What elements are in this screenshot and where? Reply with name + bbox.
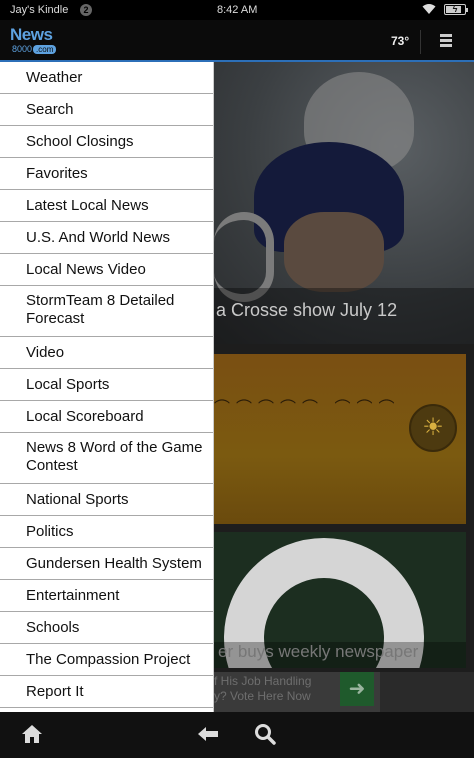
drawer-item-label: School Closings (26, 133, 134, 150)
packers-caption: er buys weekly newspaper (214, 642, 466, 668)
drawer-item-label: National Sports (26, 491, 129, 508)
home-icon[interactable] (20, 722, 44, 746)
drawer-item-report-it[interactable]: Report It (0, 676, 213, 708)
device-name: Jay's Kindle (10, 4, 69, 16)
drawer-item-label: Search (26, 101, 74, 118)
logo-main: News (10, 25, 53, 44)
drawer-item-label: Politics (26, 523, 74, 540)
logo-dot: .com (33, 45, 57, 54)
drawer-item-label: StormTeam 8 Detailed Forecast (26, 292, 175, 327)
menu-icon[interactable] (436, 32, 456, 50)
drawer-item-label: Local News Video (26, 261, 146, 278)
drawer-item-favorites[interactable]: Favorites (0, 158, 213, 190)
packers-story[interactable]: er buys weekly newspaper (214, 532, 466, 668)
drawer-item-label: Weather (26, 69, 83, 86)
drawer-item-local-news-video[interactable]: Local News Video (0, 254, 213, 286)
drawer-item-label: Latest Local News (26, 197, 149, 214)
drawer-item-label: The Compassion Project (26, 651, 191, 668)
birds-image: ⌒⌒⌒⌒⌒ ⌒⌒⌒ (214, 400, 401, 417)
app-header: News 8000 .com 73° (0, 20, 474, 62)
drawer-item-the-compassion-project[interactable]: The Compassion Project (0, 644, 213, 676)
hero-caption: a Crosse show July 12 (214, 288, 474, 344)
logo-sub-number: 8000 (12, 44, 33, 54)
drawer-item-label: Schools (26, 619, 80, 636)
system-nav-bar (0, 712, 474, 758)
drawer-item-gundersen-health-system[interactable]: Gundersen Health System (0, 548, 213, 580)
drawer-item-label: Local Sports (26, 376, 110, 393)
drawer-item-label: Entertainment (26, 587, 120, 604)
header-divider (420, 30, 421, 54)
search-icon[interactable] (253, 722, 277, 746)
drawer-item-weather[interactable]: Weather (0, 62, 213, 94)
drawer-item-latest-local-news[interactable]: Latest Local News (0, 190, 213, 222)
logo-sub: 8000 .com (12, 44, 57, 54)
drawer-item-label: News 8 Word of the Game Contest (26, 439, 203, 474)
news8000-logo[interactable]: News 8000 .com (10, 25, 58, 57)
notification-badge[interactable]: 2 (80, 4, 92, 16)
navigation-drawer: Weather Search School Closings Favorites Lat… (0, 62, 214, 712)
drawer-item-national-sports[interactable]: National Sports (0, 484, 213, 516)
drawer-item-local-scoreboard[interactable]: Local Scoreboard (0, 401, 213, 433)
hero-image-face (284, 212, 384, 292)
sun-icon[interactable]: ☀ (409, 404, 457, 452)
status-bar: Jay's Kindle 2 8:42 AM ϟ (0, 0, 474, 20)
drawer-item-stormteam-8-detailed-forecast[interactable]: StormTeam 8 Detailed Forecast (0, 286, 213, 337)
drawer-item-search[interactable]: Search (0, 94, 213, 126)
wifi-icon (422, 4, 436, 14)
drawer-item-label: Video (26, 344, 65, 361)
arrow-right-icon[interactable]: ➜ (340, 672, 374, 706)
drawer-item-local-sports[interactable]: Local Sports (0, 369, 213, 401)
drawer-item-politics[interactable]: Politics (0, 516, 213, 548)
charging-bolt-icon: ϟ (452, 4, 458, 14)
drawer-item-news-8-word-of-the-game-contest[interactable]: News 8 Word of the Game Contest (0, 433, 213, 484)
hero-story[interactable]: a Crosse show July 12 (214, 62, 474, 344)
temperature-readout[interactable]: 73° (391, 34, 409, 48)
drawer-item-video[interactable]: Video (0, 337, 213, 369)
drawer-item-label: Local Scoreboard (26, 408, 144, 425)
clock: 8:42 AM (217, 4, 258, 16)
drawer-item-u-s-and-world-news[interactable]: U.S. And World News (0, 222, 213, 254)
drawer-item-label: U.S. And World News (26, 229, 170, 246)
battery-icon: ϟ (444, 4, 468, 15)
ad-right-panel (380, 672, 474, 712)
drawer-item-label: Report It (26, 683, 84, 700)
drawer-item-label: Gundersen Health System (26, 555, 202, 572)
drawer-item-school-closings[interactable]: School Closings (0, 126, 213, 158)
drawer-item-schools[interactable]: Schools (0, 612, 213, 644)
drawer-item-label: Favorites (26, 165, 88, 182)
drawer-item-entertainment[interactable]: Entertainment (0, 580, 213, 612)
back-arrow-icon[interactable] (196, 722, 220, 746)
